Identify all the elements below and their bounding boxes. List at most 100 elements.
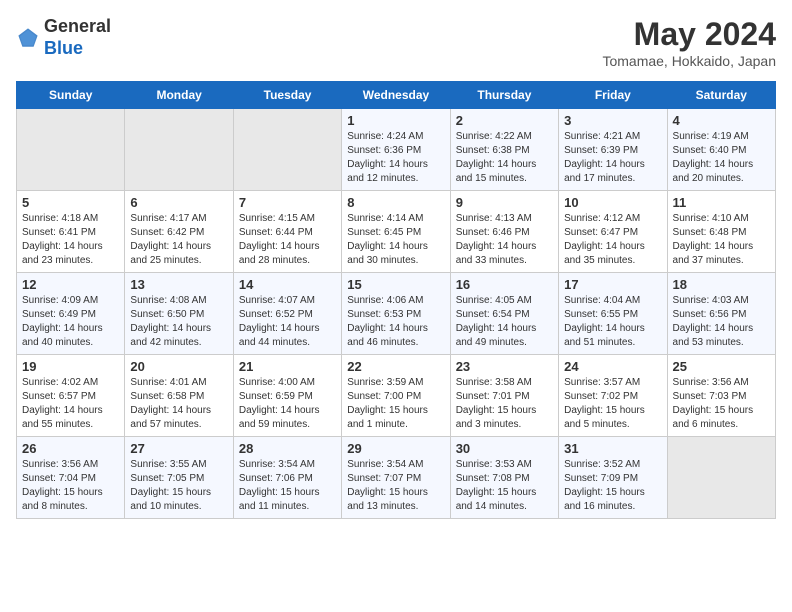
title-block: May 2024 Tomamae, Hokkaido, Japan xyxy=(602,16,776,69)
day-number: 9 xyxy=(456,195,553,210)
day-number: 10 xyxy=(564,195,661,210)
day-number: 3 xyxy=(564,113,661,128)
weekday-header-wednesday: Wednesday xyxy=(342,82,450,109)
day-number: 8 xyxy=(347,195,444,210)
day-info: Sunrise: 4:10 AM Sunset: 6:48 PM Dayligh… xyxy=(673,212,770,268)
day-number: 30 xyxy=(456,441,553,456)
calendar-cell: 15 Sunrise: 4:06 AM Sunset: 6:53 PM Dayli… xyxy=(342,273,450,355)
day-info: Sunrise: 3:56 AM Sunset: 7:03 PM Dayligh… xyxy=(673,376,770,432)
day-number: 2 xyxy=(456,113,553,128)
day-number: 21 xyxy=(239,359,336,374)
day-number: 17 xyxy=(564,277,661,292)
page-header: General Blue May 2024 Tomamae, Hokkaido,… xyxy=(16,16,776,69)
day-number: 15 xyxy=(347,277,444,292)
day-info: Sunrise: 4:03 AM Sunset: 6:56 PM Dayligh… xyxy=(673,294,770,350)
day-number: 13 xyxy=(130,277,227,292)
day-number: 7 xyxy=(239,195,336,210)
day-number: 23 xyxy=(456,359,553,374)
calendar-cell: 4Sunrise: 4:19 AM Sunset: 6:40 PM Daylig… xyxy=(667,109,775,191)
day-info: Sunrise: 4:06 AM Sunset: 6:53 PM Dayligh… xyxy=(347,294,444,350)
day-info: Sunrise: 4:08 AM Sunset: 6:50 PM Dayligh… xyxy=(130,294,227,350)
day-info: Sunrise: 4:14 AM Sunset: 6:45 PM Dayligh… xyxy=(347,212,444,268)
day-info: Sunrise: 4:17 AM Sunset: 6:42 PM Dayligh… xyxy=(130,212,227,268)
calendar-week-3: 12Sunrise: 4:09 AM Sunset: 6:49 PM Dayli… xyxy=(17,273,776,355)
calendar-cell: 16Sunrise: 4:05 AM Sunset: 6:54 PM Dayli… xyxy=(450,273,558,355)
day-number: 14 xyxy=(239,277,336,292)
day-info: Sunrise: 4:21 AM Sunset: 6:39 PM Dayligh… xyxy=(564,130,661,186)
calendar-cell: 3 Sunrise: 4:21 AM Sunset: 6:39 PM Daylig… xyxy=(559,109,667,191)
day-info: Sunrise: 3:54 AM Sunset: 7:07 PM Dayligh… xyxy=(347,458,444,514)
day-number: 6 xyxy=(130,195,227,210)
weekday-header-saturday: Saturday xyxy=(667,82,775,109)
day-number: 22 xyxy=(347,359,444,374)
day-info: Sunrise: 4:15 AM Sunset: 6:44 PM Dayligh… xyxy=(239,212,336,268)
day-number: 27 xyxy=(130,441,227,456)
day-info: Sunrise: 3:58 AM Sunset: 7:01 PM Dayligh… xyxy=(456,376,553,432)
calendar-week-4: 19 Sunrise: 4:02 AM Sunset: 6:57 PM Dayli… xyxy=(17,355,776,437)
calendar-cell: 26 Sunrise: 3:56 AM Sunset: 7:04 PM Dayli… xyxy=(17,437,125,519)
calendar-cell: 30 Sunrise: 3:53 AM Sunset: 7:08 PM Dayli… xyxy=(450,437,558,519)
logo: General Blue xyxy=(16,16,111,59)
calendar-week-2: 5 Sunrise: 4:18 AM Sunset: 6:41 PM Daylig… xyxy=(17,191,776,273)
day-info: Sunrise: 4:22 AM Sunset: 6:38 PM Dayligh… xyxy=(456,130,553,186)
logo-icon xyxy=(16,26,40,50)
day-number: 5 xyxy=(22,195,119,210)
weekday-header-thursday: Thursday xyxy=(450,82,558,109)
calendar-cell: 23 Sunrise: 3:58 AM Sunset: 7:01 PM Dayli… xyxy=(450,355,558,437)
calendar-cell: 2 Sunrise: 4:22 AM Sunset: 6:38 PM Daylig… xyxy=(450,109,558,191)
calendar-header: SundayMondayTuesdayWednesdayThursdayFrid… xyxy=(17,82,776,109)
calendar-body: 1Sunrise: 4:24 AM Sunset: 6:36 PM Daylig… xyxy=(17,109,776,519)
location: Tomamae, Hokkaido, Japan xyxy=(602,53,776,69)
day-info: Sunrise: 4:13 AM Sunset: 6:46 PM Dayligh… xyxy=(456,212,553,268)
weekday-header-friday: Friday xyxy=(559,82,667,109)
calendar-cell: 20 Sunrise: 4:01 AM Sunset: 6:58 PM Dayli… xyxy=(125,355,233,437)
day-number: 19 xyxy=(22,359,119,374)
day-number: 31 xyxy=(564,441,661,456)
day-number: 29 xyxy=(347,441,444,456)
day-info: Sunrise: 3:54 AM Sunset: 7:06 PM Dayligh… xyxy=(239,458,336,514)
calendar-cell: 14Sunrise: 4:07 AM Sunset: 6:52 PM Dayli… xyxy=(233,273,341,355)
day-number: 20 xyxy=(130,359,227,374)
calendar-cell: 27 Sunrise: 3:55 AM Sunset: 7:05 PM Dayli… xyxy=(125,437,233,519)
day-number: 12 xyxy=(22,277,119,292)
calendar-cell: 17 Sunrise: 4:04 AM Sunset: 6:55 PM Dayli… xyxy=(559,273,667,355)
day-number: 28 xyxy=(239,441,336,456)
calendar-cell: 1Sunrise: 4:24 AM Sunset: 6:36 PM Daylig… xyxy=(342,109,450,191)
day-info: Sunrise: 3:53 AM Sunset: 7:08 PM Dayligh… xyxy=(456,458,553,514)
calendar-cell xyxy=(667,437,775,519)
calendar-cell xyxy=(233,109,341,191)
day-info: Sunrise: 4:02 AM Sunset: 6:57 PM Dayligh… xyxy=(22,376,119,432)
calendar-cell: 11 Sunrise: 4:10 AM Sunset: 6:48 PM Dayli… xyxy=(667,191,775,273)
day-info: Sunrise: 4:01 AM Sunset: 6:58 PM Dayligh… xyxy=(130,376,227,432)
calendar-cell: 19 Sunrise: 4:02 AM Sunset: 6:57 PM Dayli… xyxy=(17,355,125,437)
calendar-cell: 7 Sunrise: 4:15 AM Sunset: 6:44 PM Daylig… xyxy=(233,191,341,273)
day-info: Sunrise: 3:56 AM Sunset: 7:04 PM Dayligh… xyxy=(22,458,119,514)
day-info: Sunrise: 4:04 AM Sunset: 6:55 PM Dayligh… xyxy=(564,294,661,350)
calendar-cell: 24 Sunrise: 3:57 AM Sunset: 7:02 PM Dayli… xyxy=(559,355,667,437)
day-info: Sunrise: 4:12 AM Sunset: 6:47 PM Dayligh… xyxy=(564,212,661,268)
day-info: Sunrise: 4:18 AM Sunset: 6:41 PM Dayligh… xyxy=(22,212,119,268)
calendar-cell: 21Sunrise: 4:00 AM Sunset: 6:59 PM Dayli… xyxy=(233,355,341,437)
day-number: 18 xyxy=(673,277,770,292)
day-number: 11 xyxy=(673,195,770,210)
day-number: 25 xyxy=(673,359,770,374)
calendar-cell: 25 Sunrise: 3:56 AM Sunset: 7:03 PM Dayli… xyxy=(667,355,775,437)
calendar-week-5: 26 Sunrise: 3:56 AM Sunset: 7:04 PM Dayli… xyxy=(17,437,776,519)
day-info: Sunrise: 3:52 AM Sunset: 7:09 PM Dayligh… xyxy=(564,458,661,514)
calendar-cell: 8 Sunrise: 4:14 AM Sunset: 6:45 PM Daylig… xyxy=(342,191,450,273)
calendar-cell: 18 Sunrise: 4:03 AM Sunset: 6:56 PM Dayli… xyxy=(667,273,775,355)
calendar-cell: 12Sunrise: 4:09 AM Sunset: 6:49 PM Dayli… xyxy=(17,273,125,355)
calendar-cell: 6 Sunrise: 4:17 AM Sunset: 6:42 PM Daylig… xyxy=(125,191,233,273)
calendar-cell: 22Sunrise: 3:59 AM Sunset: 7:00 PM Dayli… xyxy=(342,355,450,437)
day-number: 1 xyxy=(347,113,444,128)
day-info: Sunrise: 4:19 AM Sunset: 6:40 PM Dayligh… xyxy=(673,130,770,186)
calendar-cell xyxy=(125,109,233,191)
day-info: Sunrise: 3:57 AM Sunset: 7:02 PM Dayligh… xyxy=(564,376,661,432)
calendar-cell: 31 Sunrise: 3:52 AM Sunset: 7:09 PM Dayli… xyxy=(559,437,667,519)
day-info: Sunrise: 3:55 AM Sunset: 7:05 PM Dayligh… xyxy=(130,458,227,514)
day-number: 24 xyxy=(564,359,661,374)
weekday-header-sunday: Sunday xyxy=(17,82,125,109)
day-number: 26 xyxy=(22,441,119,456)
calendar-cell: 13 Sunrise: 4:08 AM Sunset: 6:50 PM Dayli… xyxy=(125,273,233,355)
calendar-week-1: 1Sunrise: 4:24 AM Sunset: 6:36 PM Daylig… xyxy=(17,109,776,191)
